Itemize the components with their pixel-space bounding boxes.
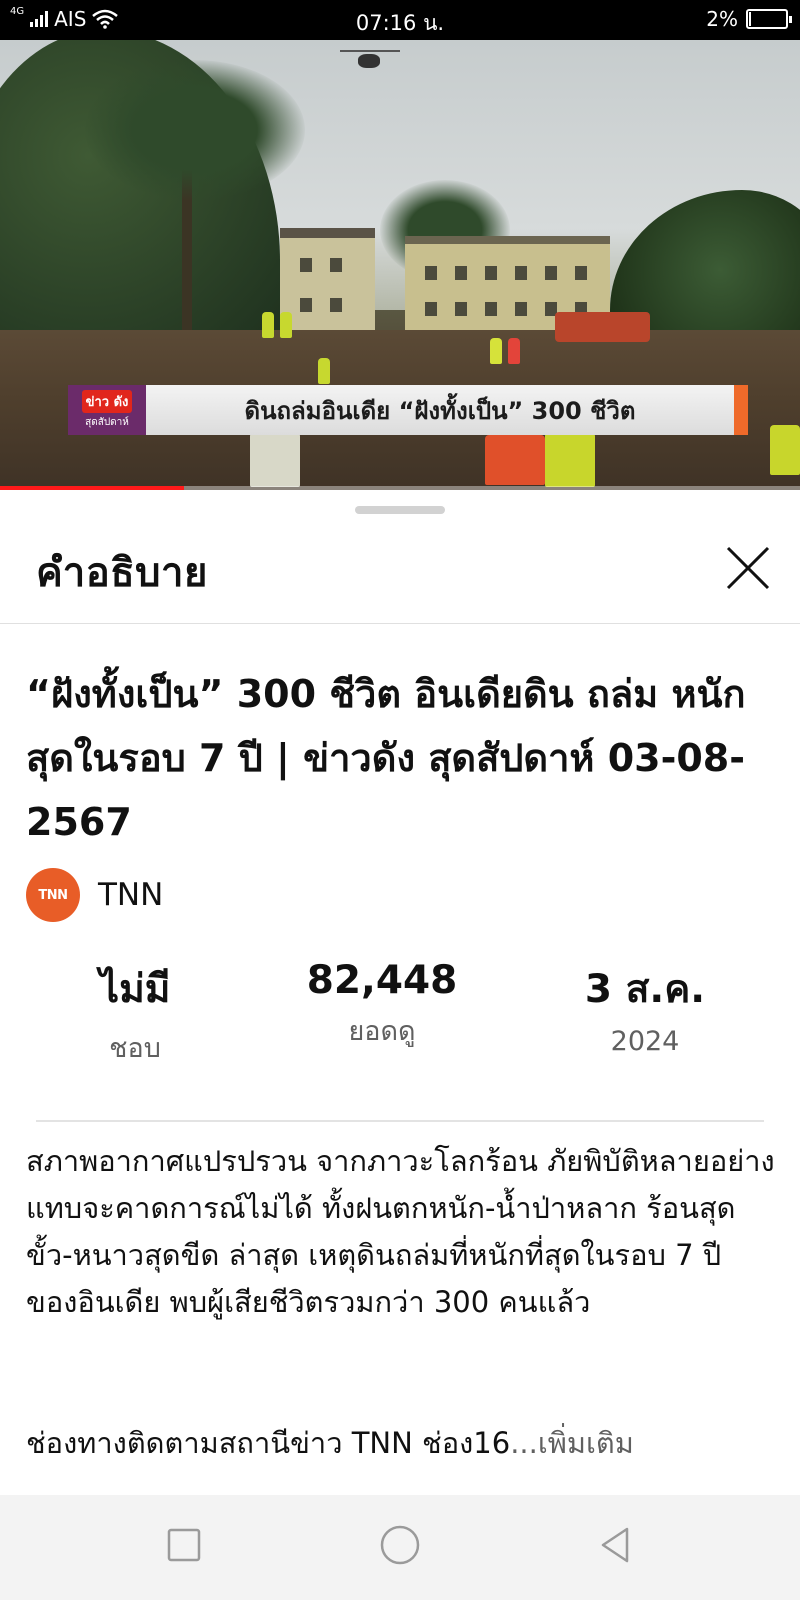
close-button[interactable] [718, 538, 778, 598]
news-program-logo: ข่าว ดัง สุดสัปดาห์ [68, 385, 146, 435]
show-more-link[interactable]: ...เพิ่มเติม [510, 1426, 634, 1460]
sheet-drag-handle[interactable] [355, 506, 445, 514]
video-news-banner: ข่าว ดัง สุดสัปดาห์ ดินถล่มอินเดีย “ฝังท… [68, 385, 748, 435]
sheet-title: คำอธิบาย [36, 550, 208, 596]
banner-headline: ดินถล่มอินเดีย “ฝังทั้งเป็น” 300 ชีวิต [146, 385, 734, 435]
channel-avatar[interactable]: TNN [26, 868, 80, 922]
status-bar: 4G AIS 07:16 น. 2% [0, 0, 800, 40]
building-left [280, 228, 375, 338]
stat-views: 82,448 ยอดดู [262, 958, 502, 1052]
channel-name[interactable]: TNN [98, 877, 163, 913]
rescuer-figure [770, 425, 800, 475]
rescuer-figure [280, 312, 292, 338]
description-sheet: คำอธิบาย “ฝังทั้งเป็น” 300 ชีวิต อินเดีย… [0, 490, 800, 1495]
close-icon [726, 546, 770, 590]
palm-fronds [85, 60, 305, 200]
rescuer-figure [250, 432, 300, 487]
views-label: ยอดดู [348, 1016, 416, 1047]
back-button[interactable] [585, 1515, 645, 1575]
square-icon [167, 1528, 201, 1562]
likes-value: ไม่มี [99, 967, 171, 1012]
rescuer-figure [318, 358, 330, 384]
likes-label: ชอบ [109, 1033, 161, 1064]
helicopter-shape [340, 50, 400, 68]
stats-row: ไม่มี ชอบ 82,448 ยอดดู 3 ส.ค. 2024 [0, 958, 800, 1068]
battery-icon [746, 9, 792, 29]
header-divider [0, 623, 800, 624]
year-label: 2024 [610, 1026, 680, 1057]
rescuer-figure [485, 435, 545, 485]
rescuer-figure [490, 338, 502, 364]
recent-apps-button[interactable] [153, 1515, 213, 1575]
system-nav-bar [0, 1495, 800, 1600]
channel-row[interactable]: TNN TNN [26, 868, 163, 922]
views-value: 82,448 [306, 958, 458, 1003]
home-button[interactable] [370, 1515, 430, 1575]
back-triangle-icon [601, 1527, 629, 1563]
rescuer-figure [508, 338, 520, 364]
stat-likes: ไม่มี ชอบ [15, 958, 255, 1069]
description-paragraph: สภาพอากาศแปรปรวน จากภาวะโลกร้อน ภัยพิบัต… [26, 1144, 775, 1319]
rescuer-figure [545, 432, 595, 487]
battery-percent: 2% [706, 7, 738, 31]
stats-divider [36, 1120, 764, 1122]
description-follow-line: ช่องทางติดตามสถานีข่าว TNN ช่อง16...เพิ่… [26, 1420, 634, 1466]
status-right: 2% [706, 7, 792, 31]
banner-accent [734, 385, 748, 435]
date-value: 3 ส.ค. [584, 967, 706, 1012]
stat-date: 3 ส.ค. 2024 [525, 958, 765, 1057]
video-title: “ฝังทั้งเป็น” 300 ชีวิต อินเดียดิน ถล่ม … [26, 672, 746, 844]
clock: 07:16 น. [355, 11, 445, 35]
follow-text: ช่องทางติดตามสถานีข่าว TNN ช่อง16 [26, 1426, 511, 1460]
circle-icon [380, 1525, 420, 1565]
excavator-shape [555, 312, 650, 342]
description-text: สภาพอากาศแปรปรวน จากภาวะโลกร้อน ภัยพิบัต… [26, 1138, 778, 1326]
video-player[interactable]: ข่าว ดัง สุดสัปดาห์ ดินถล่มอินเดีย “ฝังท… [0, 40, 800, 490]
rescuer-figure [262, 312, 274, 338]
